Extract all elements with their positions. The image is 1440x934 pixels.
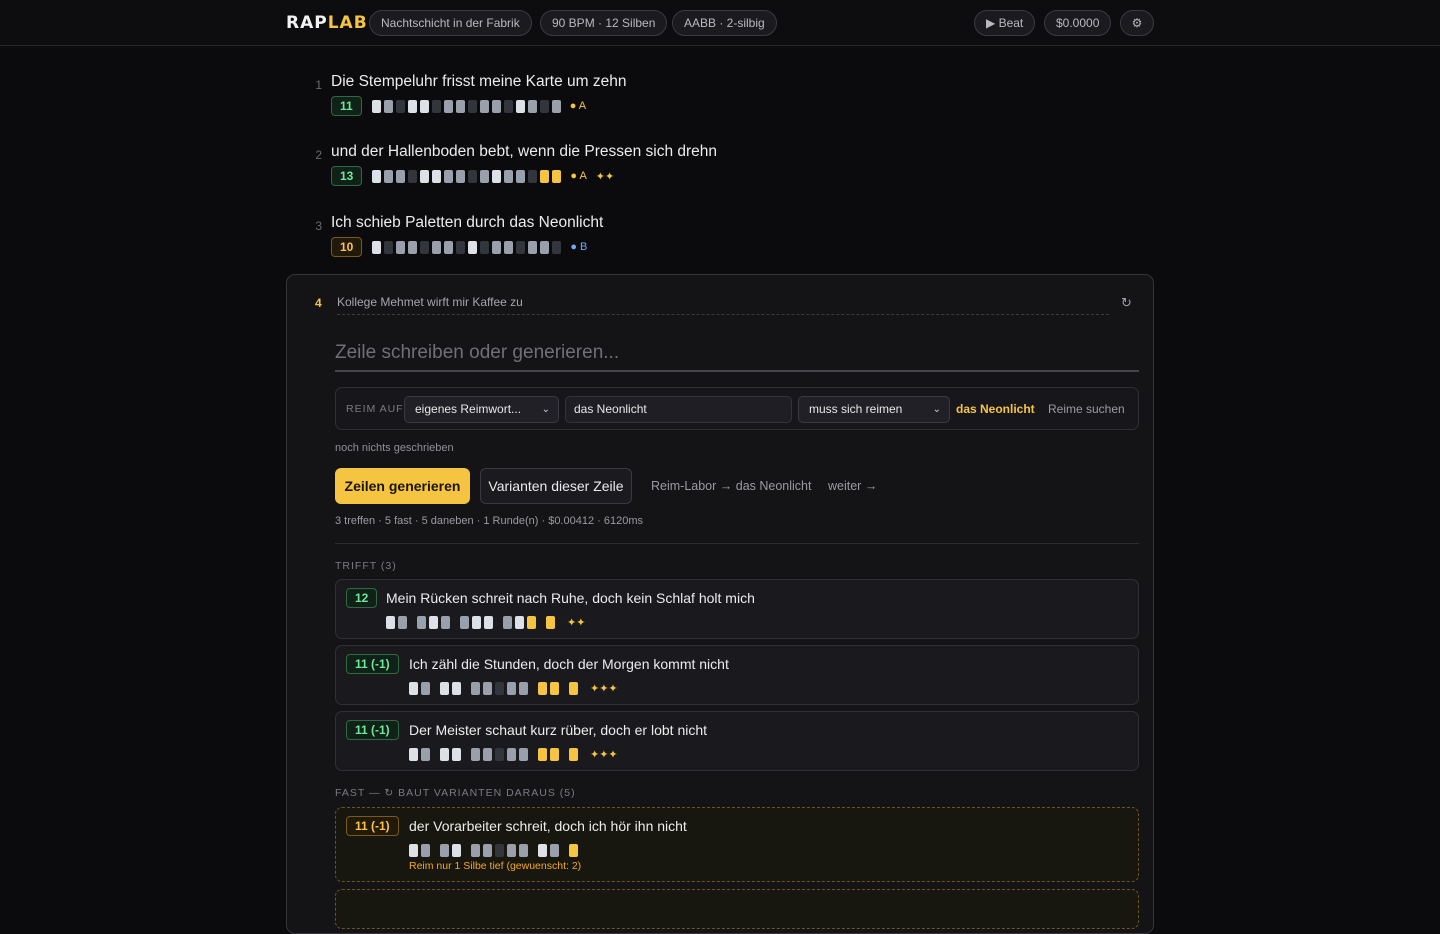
near-section-header: FAST — ↻ BAUT VARIANTEN DARAUS (5) xyxy=(335,787,576,799)
syllable-count-badge: 13 xyxy=(331,166,363,186)
find-rhymes-link[interactable]: Reime suchen xyxy=(1048,402,1125,416)
suggestion-card[interactable]: 11 (-1) Ich zähl die Stunden, doch der M… xyxy=(335,645,1139,705)
scheme-chip[interactable]: AABB · 2-silbig xyxy=(672,10,777,36)
line-number: 1 xyxy=(315,78,322,92)
rhyme-lab-link[interactable]: Reim-Labor → das Neonlicht xyxy=(651,479,812,493)
top-bar: RAPLAB Nachtschicht in der Fabrik 90 BPM… xyxy=(0,0,1440,46)
target-rhyme-word: das Neonlicht xyxy=(956,402,1035,416)
gear-icon: ⚙ xyxy=(1131,16,1143,30)
rhyme-tag: ● A xyxy=(569,100,587,112)
suggestion-text[interactable]: Ich zähl die Stunden, doch der Morgen ko… xyxy=(409,656,729,672)
syllable-count-badge: 11 (-1) xyxy=(346,654,399,674)
stress-pattern xyxy=(372,240,564,254)
settings-button[interactable]: ⚙ xyxy=(1120,10,1154,36)
tempo-chip[interactable]: 90 BPM · 12 Silben xyxy=(540,10,668,36)
syllable-count-badge: 11 (-1) xyxy=(346,816,399,836)
suggestion-text[interactable]: Der Meister schaut kurz rüber, doch er l… xyxy=(409,722,707,738)
rating-stars: ✦✦✦ xyxy=(590,682,618,695)
context-chip[interactable]: Nachtschicht in der Fabrik xyxy=(369,10,532,36)
cost-display: $0.0000 xyxy=(1044,10,1112,36)
suggestion-text[interactable]: Mein Rücken schreit nach Ruhe, doch kein… xyxy=(386,590,755,606)
status-note: noch nichts geschrieben xyxy=(335,442,454,454)
app-logo: RAPLAB xyxy=(286,13,368,33)
syllable-count-badge: 11 (-1) xyxy=(346,720,399,740)
beat-button[interactable]: ▶ Beat xyxy=(974,10,1036,36)
stress-pattern xyxy=(371,99,564,113)
current-line-number: 4 xyxy=(315,296,322,310)
line-editor-panel: 4 Kollege Mehmet wirft mir Kaffee zu ↻ R… xyxy=(286,274,1154,934)
chevron-down-icon: ⌄ xyxy=(541,404,550,415)
stress-pattern xyxy=(409,681,581,695)
suggestion-text[interactable]: der Vorarbeiter schreit, doch ich hör ih… xyxy=(409,818,687,834)
line-number: 3 xyxy=(315,219,322,233)
refresh-icon[interactable]: ↻ xyxy=(1121,295,1132,311)
line-number: 2 xyxy=(315,148,322,162)
stress-pattern xyxy=(386,615,558,629)
syllable-count-badge: 12 xyxy=(346,588,378,608)
rating-stars: ✦✦✦ xyxy=(590,748,618,761)
next-link[interactable]: weiter → xyxy=(828,479,877,493)
rhyme-target-bar: REIM AUF eigenes Reimwort... ⌄ das Neonli… xyxy=(335,387,1139,430)
syllable-count-badge: 11 xyxy=(331,96,362,116)
near-suggestion-card[interactable]: 11 (-1) der Vorarbeiter schreit, doch ic… xyxy=(335,807,1139,882)
generation-stats: 3 treffen · 5 fast · 5 daneben · 1 Runde… xyxy=(335,515,643,527)
stress-pattern xyxy=(409,843,581,857)
line-input[interactable] xyxy=(335,335,1139,372)
rhyme-tag: ● B xyxy=(570,241,588,253)
hits-section-header: TRIFFT (3) xyxy=(335,560,397,572)
line-text[interactable]: Ich schieb Paletten durch das Neonlicht xyxy=(331,214,603,232)
stress-pattern xyxy=(372,169,564,183)
rhyme-label: REIM AUF xyxy=(346,403,404,415)
divider xyxy=(335,543,1139,544)
chevron-down-icon: ⌄ xyxy=(932,404,941,415)
rhyme-mode-select[interactable]: eigenes Reimwort... ⌄ xyxy=(404,396,559,423)
rhyme-tag: ● A xyxy=(570,170,587,182)
line-text[interactable]: und der Hallenboden bebt, wenn die Press… xyxy=(331,143,717,161)
line-variants-button[interactable]: Varianten dieser Zeile xyxy=(480,468,632,504)
near-suggestion-card[interactable] xyxy=(335,889,1139,929)
stress-pattern xyxy=(409,747,581,761)
constraint-select[interactable]: muss sich reimen ⌄ xyxy=(798,396,950,423)
generate-lines-button[interactable]: Zeilen generieren xyxy=(335,468,470,504)
syllable-count-badge: 10 xyxy=(331,237,363,257)
suggestion-card[interactable]: 12 Mein Rücken schreit nach Ruhe, doch k… xyxy=(335,579,1139,639)
idea-prompt-field[interactable]: Kollege Mehmet wirft mir Kaffee zu xyxy=(337,295,1109,315)
rating-stars: ✦✦ xyxy=(567,616,586,629)
rating-stars: ✦✦ xyxy=(595,170,615,183)
rhyme-word-input[interactable]: das Neonlicht xyxy=(565,396,792,423)
rhyme-warning: Reim nur 1 Silbe tief (gewuenscht: 2) xyxy=(409,860,582,872)
suggestion-card[interactable]: 11 (-1) Der Meister schaut kurz rüber, d… xyxy=(335,711,1139,771)
line-text[interactable]: Die Stempeluhr frisst meine Karte um zeh… xyxy=(331,73,626,91)
